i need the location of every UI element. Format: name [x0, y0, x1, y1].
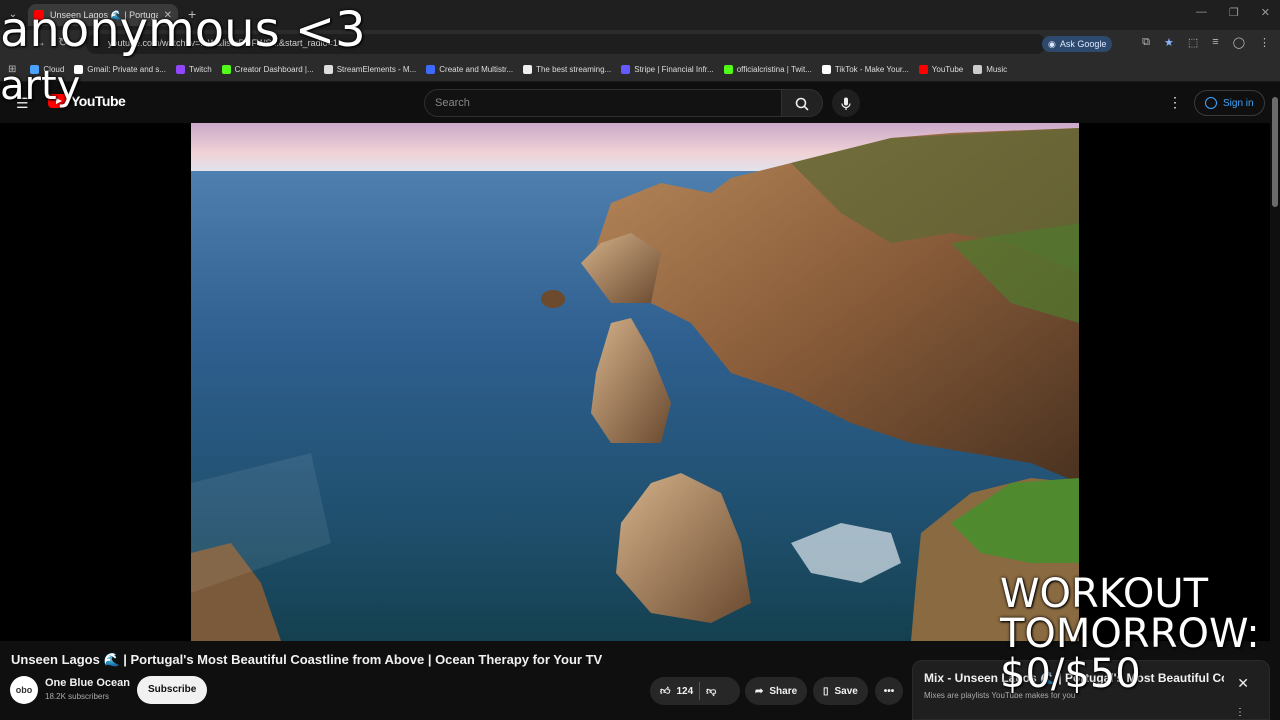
- share-arrow-icon: ➦: [755, 685, 764, 697]
- goal-line-1: WORKOUT: [1000, 571, 1209, 617]
- voice-search-button[interactable]: [832, 89, 860, 117]
- bookmark-item[interactable]: Creator Dashboard |...: [221, 65, 314, 74]
- bookmark-label: officialcristina | Twit...: [736, 65, 812, 74]
- save-button[interactable]: ▯ Save: [813, 677, 868, 705]
- bookmark-item[interactable]: Stripe | Financial Infr...: [621, 65, 714, 74]
- bookmark-item[interactable]: StreamElements - M...: [323, 65, 417, 74]
- goal-line-2: TOMORROW:: [1000, 611, 1260, 657]
- goal-line-3: $0/$50: [1000, 651, 1141, 697]
- stream-overlay-name: anonymous <3: [0, 2, 366, 58]
- bookmark-label: Creator Dashboard |...: [234, 65, 314, 74]
- bookmark-label: Music: [986, 65, 1008, 74]
- like-button[interactable]: 👍︎ 124: [660, 685, 694, 698]
- scrollbar-thumb[interactable]: [1272, 97, 1278, 207]
- like-count: 124: [676, 685, 694, 697]
- thumbs-down-icon: 👎︎: [706, 686, 717, 697]
- bookmark-favicon-icon: [918, 65, 928, 74]
- bookmark-label: Create and Multistr...: [439, 65, 514, 74]
- window-controls: — ❐ ✕: [1196, 6, 1270, 19]
- bookmark-favicon-icon: [723, 65, 733, 74]
- coastline-video-image: [191, 123, 1079, 641]
- like-divider: [699, 682, 701, 700]
- like-dislike-group: 👍︎ 124 👎︎: [650, 677, 740, 705]
- bookmark-item[interactable]: Twitch: [176, 65, 212, 74]
- ask-google-button[interactable]: ◉ Ask Google: [1042, 36, 1113, 52]
- restore-icon[interactable]: ❐: [1229, 6, 1239, 19]
- bookmark-star-icon[interactable]: ★: [1164, 36, 1174, 49]
- search-icon: [795, 97, 809, 111]
- share-button[interactable]: ➦ Share: [745, 677, 808, 705]
- bookmark-item[interactable]: Gmail: Private and s...: [74, 65, 166, 74]
- bookmarks-bar: ⊞ Cloud Gmail: Private and s... Twitch Crea…: [0, 58, 1280, 82]
- more-horiz-icon: •••: [883, 685, 895, 697]
- subscribe-button[interactable]: Subscribe: [137, 676, 208, 704]
- dislike-button[interactable]: 👎︎: [706, 685, 716, 697]
- account-icon: [1205, 97, 1217, 109]
- bookmark-item[interactable]: The best streaming...: [523, 65, 611, 74]
- lens-icon: ◉: [1048, 38, 1056, 49]
- bookmark-item[interactable]: Music: [973, 65, 1007, 74]
- microphone-icon: [841, 97, 851, 110]
- mix-menu-icon[interactable]: ⋮: [1235, 707, 1245, 718]
- bookmark-favicon-icon: [523, 65, 533, 74]
- channel-name[interactable]: One Blue Ocean: [45, 677, 130, 689]
- settings-kebab-icon[interactable]: ⋮: [1168, 94, 1182, 111]
- save-label: Save: [834, 685, 858, 697]
- bookmark-list: Cloud Gmail: Private and s... Twitch Creato…: [30, 65, 1007, 74]
- bookmark-favicon-icon: [821, 65, 831, 74]
- video-title: Unseen Lagos 🌊 | Portugal's Most Beautif…: [11, 652, 603, 667]
- sign-in-button[interactable]: Sign in: [1194, 90, 1265, 116]
- bookmark-favicon-icon: [621, 65, 631, 74]
- bookmark-label: StreamElements - M...: [336, 65, 417, 74]
- profile-icon[interactable]: ◯: [1233, 36, 1245, 49]
- stream-goal-overlay: WORKOUT TOMORROW: $0/$50: [1000, 574, 1280, 694]
- bookmark-label: TikTok - Make Your...: [834, 65, 909, 74]
- bookmark-favicon-icon: [323, 65, 333, 74]
- video-frame[interactable]: [191, 123, 1079, 641]
- subscriber-count: 18.2K subscribers: [45, 692, 110, 701]
- ask-google-label: Ask Google: [1059, 39, 1107, 49]
- bookmark-item[interactable]: officialcristina | Twit...: [723, 65, 812, 74]
- bookmark-item[interactable]: TikTok - Make Your...: [821, 65, 909, 74]
- minimize-icon[interactable]: —: [1196, 6, 1207, 19]
- bookmark-label: The best streaming...: [536, 65, 612, 74]
- bookmark-label: YouTube: [931, 65, 964, 74]
- more-actions-button[interactable]: •••: [875, 677, 903, 705]
- media-icon[interactable]: ≡: [1212, 36, 1218, 49]
- stream-overlay-subtitle: arty: [0, 63, 81, 109]
- install-app-icon[interactable]: ⧉: [1142, 36, 1150, 49]
- bookmark-favicon-icon: [221, 65, 231, 74]
- bookmark-favicon-icon: [426, 65, 436, 74]
- share-label: Share: [769, 685, 798, 697]
- search-button[interactable]: [781, 89, 823, 117]
- sign-in-label: Sign in: [1223, 97, 1254, 109]
- video-player[interactable]: [0, 123, 1270, 641]
- window-close-icon[interactable]: ✕: [1261, 6, 1270, 19]
- bookmark-favicon-icon: [176, 65, 185, 74]
- thumbs-up-icon: 👍︎: [660, 686, 671, 697]
- bookmark-label: Stripe | Financial Infr...: [634, 65, 714, 74]
- bookmark-label: Twitch: [189, 65, 212, 74]
- extensions-icon[interactable]: ⬚: [1188, 36, 1198, 49]
- channel-avatar[interactable]: obo: [10, 676, 38, 704]
- bookmark-item[interactable]: Create and Multistr...: [426, 65, 513, 74]
- search-input[interactable]: Search: [424, 89, 782, 117]
- bookmark-favicon-icon: [973, 65, 983, 74]
- toolbar-icons: ⧉ ★ ⬚ ≡ ◯ ⋮: [1142, 36, 1270, 49]
- youtube-header: ☰ YouTube Search ⋮ Sign in: [0, 83, 1280, 123]
- browser-menu-icon[interactable]: ⋮: [1259, 36, 1270, 49]
- bookmark-icon: ▯: [823, 685, 829, 697]
- screen: ⌄ Unseen Lagos 🌊 | Portugal's Most Beaut…: [0, 0, 1280, 720]
- bookmark-item[interactable]: YouTube: [918, 65, 964, 74]
- bookmark-label: Gmail: Private and s...: [87, 65, 166, 74]
